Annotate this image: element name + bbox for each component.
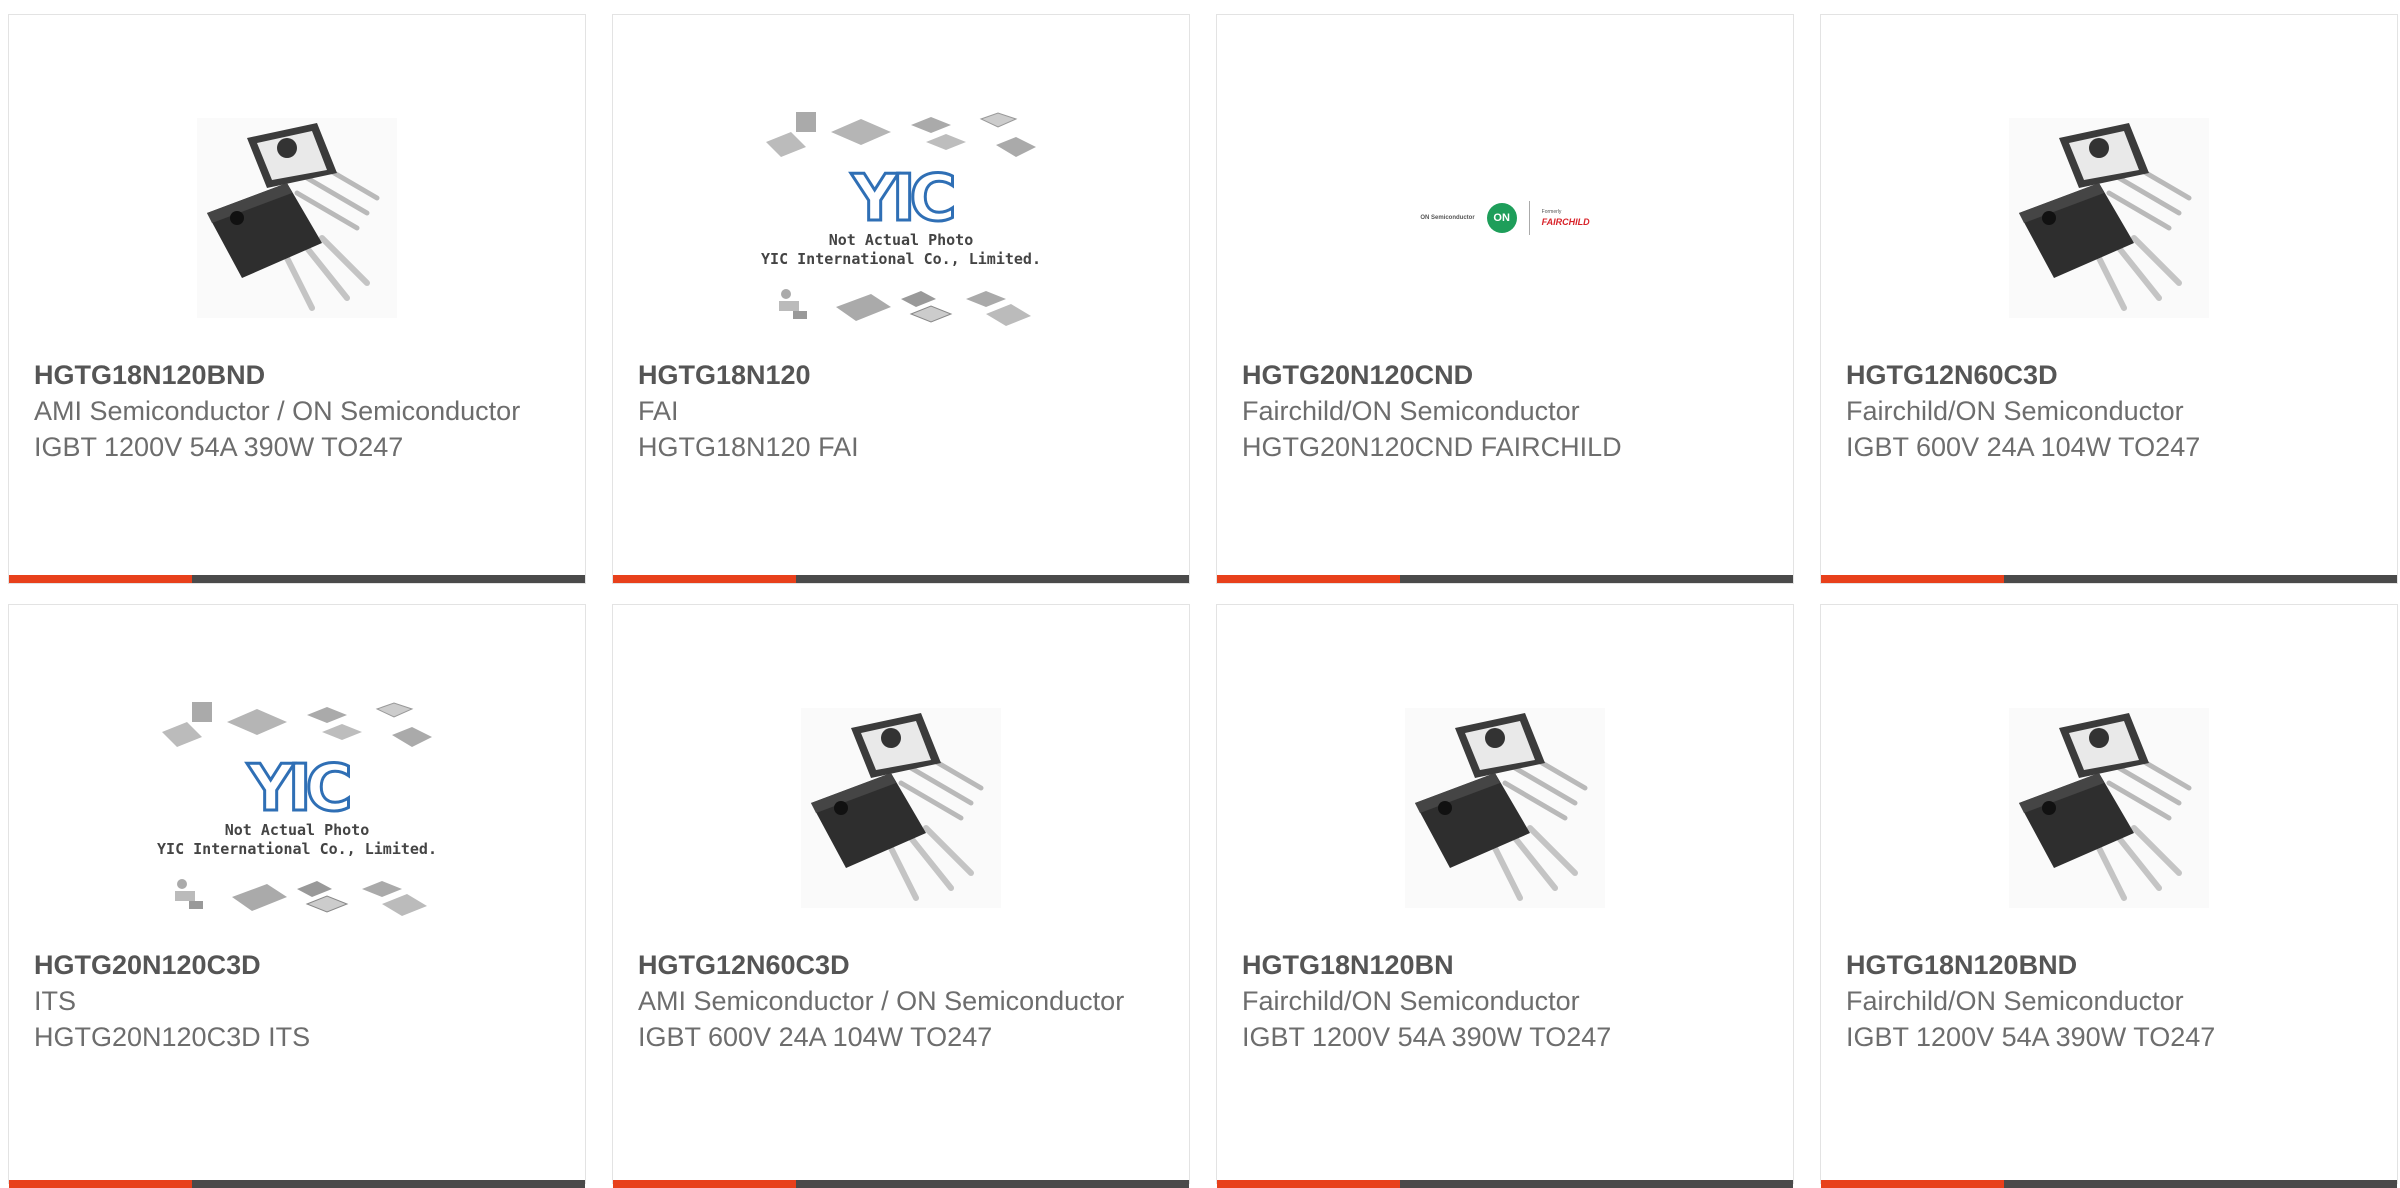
part-number[interactable]: HGTG20N120C3D xyxy=(34,947,565,983)
description: HGTG20N120CND FAIRCHILD xyxy=(1242,432,1622,462)
transistor-image[interactable] xyxy=(1217,665,1793,950)
product-card[interactable]: YIC Not Actual Photo YIC International C… xyxy=(612,14,1190,584)
card-bottom-bar xyxy=(9,575,585,583)
manufacturer: AMI Semiconductor / ON Semiconductor xyxy=(638,986,1125,1016)
product-card[interactable]: HGTG12N60C3D AMI Semiconductor / ON Semi… xyxy=(612,604,1190,1188)
image-caption: YIC International Co., Limited. xyxy=(157,839,437,858)
part-number[interactable]: HGTG18N120BND xyxy=(34,357,565,393)
yic-logo: YIC xyxy=(850,161,958,236)
part-number[interactable]: HGTG18N120 xyxy=(638,357,1169,393)
transistor-image[interactable] xyxy=(1821,665,2397,950)
description: HGTG20N120C3D ITS xyxy=(34,1022,311,1052)
manufacturer: Fairchild/ON Semiconductor xyxy=(1846,986,2184,1016)
card-bottom-bar xyxy=(1821,1180,2397,1188)
yic-logo: YIC xyxy=(246,751,354,826)
description: IGBT 600V 24A 104W TO247 xyxy=(638,1022,993,1052)
on-logo-icon: ON xyxy=(1486,202,1517,233)
card-bottom-bar xyxy=(1217,1180,1793,1188)
card-bottom-bar xyxy=(613,575,1189,583)
manufacturer-logo-image[interactable]: ON Semiconductor ON Formerly FAIRCHILD xyxy=(1217,75,1793,360)
description: HGTG18N120 FAI xyxy=(638,432,859,462)
part-number[interactable]: HGTG18N120BN xyxy=(1242,947,1773,983)
part-number[interactable]: HGTG12N60C3D xyxy=(1846,357,2377,393)
part-number[interactable]: HGTG18N120BND xyxy=(1846,947,2377,983)
manufacturer: FAI xyxy=(638,396,679,426)
description: IGBT 1200V 54A 390W TO247 xyxy=(34,432,404,462)
description: IGBT 1200V 54A 390W TO247 xyxy=(1242,1022,1612,1052)
image-caption: Not Actual Photo xyxy=(224,820,370,839)
description: IGBT 1200V 54A 390W TO247 xyxy=(1846,1022,2216,1052)
manufacturer: Fairchild/ON Semiconductor xyxy=(1242,986,1580,1016)
product-card[interactable]: HGTG18N120BND Fairchild/ON Semiconductor… xyxy=(1820,604,2398,1188)
card-bottom-bar xyxy=(9,1180,585,1188)
description: IGBT 600V 24A 104W TO247 xyxy=(1846,432,2201,462)
card-bottom-bar xyxy=(1821,575,2397,583)
product-card[interactable]: HGTG12N60C3D Fairchild/ON Semiconductor … xyxy=(1820,14,2398,584)
manufacturer: AMI Semiconductor / ON Semiconductor xyxy=(34,396,521,426)
product-card[interactable]: HGTG18N120BN Fairchild/ON Semiconductor … xyxy=(1216,604,1794,1188)
image-caption: YIC International Co., Limited. xyxy=(761,249,1041,268)
product-grid: HGTG18N120BND AMI Semiconductor / ON Sem… xyxy=(0,0,2400,1188)
product-card[interactable]: YIC Not Actual Photo YIC International C… xyxy=(8,604,586,1188)
card-bottom-bar xyxy=(1217,575,1793,583)
product-card[interactable]: ON Semiconductor ON Formerly FAIRCHILD H… xyxy=(1216,14,1794,584)
formerly-label: Formerly xyxy=(1541,208,1562,215)
manufacturer: Fairchild/ON Semiconductor xyxy=(1242,396,1580,426)
part-number[interactable]: HGTG12N60C3D xyxy=(638,947,1169,983)
placeholder-image[interactable]: YIC Not Actual Photo YIC International C… xyxy=(9,665,585,950)
transistor-image[interactable] xyxy=(1821,75,2397,360)
transistor-image[interactable] xyxy=(613,665,1189,950)
card-bottom-bar xyxy=(613,1180,1189,1188)
fairchild-wordmark: FAIRCHILD xyxy=(1541,216,1590,227)
on-semiconductor-wordmark: ON Semiconductor xyxy=(1420,214,1475,221)
placeholder-image[interactable]: YIC Not Actual Photo YIC International C… xyxy=(613,75,1189,360)
manufacturer: ITS xyxy=(34,986,77,1016)
part-number[interactable]: HGTG20N120CND xyxy=(1242,357,1773,393)
image-caption: Not Actual Photo xyxy=(828,230,974,249)
product-card[interactable]: HGTG18N120BND AMI Semiconductor / ON Sem… xyxy=(8,14,586,584)
transistor-image[interactable] xyxy=(9,75,585,360)
manufacturer: Fairchild/ON Semiconductor xyxy=(1846,396,2184,426)
